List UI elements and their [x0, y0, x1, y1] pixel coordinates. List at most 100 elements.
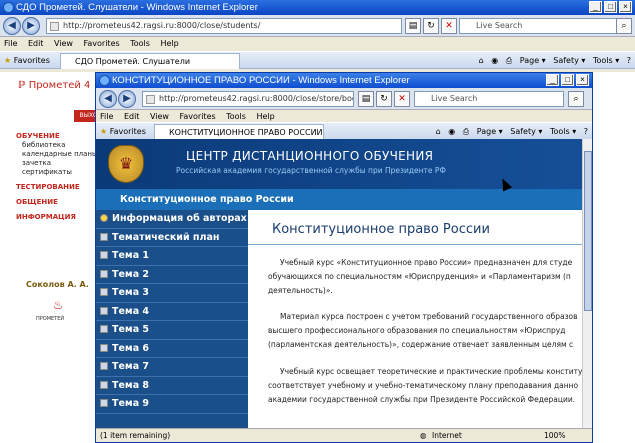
- book-icon: [100, 232, 108, 241]
- inner-address-row: ◀ ▶ http://prometeus42.ragsi.ru:8000/clo…: [96, 88, 592, 110]
- menu-help[interactable]: Help: [160, 39, 178, 48]
- outer-favorites-bar: ★ Favorites СДО Прометей. Слушатели ⌂ ◉ …: [0, 51, 635, 69]
- user-name: Соколов А. А.: [26, 280, 89, 289]
- left-panel: ℙ Прометей 4 ВЫХОД ОБУЧЕНИЕ библиотека к…: [4, 72, 108, 443]
- page-menu[interactable]: Page ▾: [520, 56, 546, 65]
- book-icon: [100, 362, 108, 370]
- ie-icon: [3, 2, 14, 13]
- print-icon[interactable]: ⎙: [506, 56, 512, 65]
- nav-plan[interactable]: Тематический план: [96, 229, 248, 247]
- favorites-button[interactable]: Favorites: [110, 127, 146, 136]
- nav-topic-9[interactable]: Тема 9: [96, 395, 248, 414]
- close-button[interactable]: ×: [576, 74, 589, 86]
- left-menu: ОБУЧЕНИЕ библиотека календарные планы за…: [16, 132, 98, 222]
- menu-obuchenie[interactable]: ОБУЧЕНИЕ: [16, 132, 60, 140]
- nav-topic-3[interactable]: Тема 3: [96, 284, 248, 303]
- maximize-button[interactable]: □: [604, 1, 617, 13]
- prometey-logo: ℙ Прометей 4: [18, 80, 91, 91]
- outer-tab[interactable]: СДО Прометей. Слушатели: [60, 53, 240, 69]
- menu-help[interactable]: Help: [256, 112, 274, 121]
- menu-certificates[interactable]: сертификаты: [16, 168, 98, 177]
- minimize-button[interactable]: _: [546, 74, 559, 86]
- nav-topic-7[interactable]: Тема 7: [96, 358, 248, 377]
- outer-search-box[interactable]: Live Search: [459, 18, 619, 34]
- inner-tab[interactable]: КОНСТИТУЦИОННОЕ ПРАВО РОССИИ: [154, 124, 324, 140]
- stop-icon[interactable]: ✕: [394, 91, 410, 107]
- compat-icon[interactable]: ▤: [358, 91, 374, 107]
- menu-plans[interactable]: календарные планы: [16, 150, 98, 159]
- course-content: Конституционное право России Учебный кур…: [248, 210, 583, 430]
- paragraph-3: Учебный курс освещает теоретические и пр…: [268, 367, 583, 404]
- menu-tools[interactable]: Tools: [130, 39, 150, 48]
- refresh-icon[interactable]: ↻: [423, 18, 439, 34]
- forward-button[interactable]: ▶: [118, 90, 136, 108]
- back-button[interactable]: ◀: [3, 17, 21, 35]
- menu-info[interactable]: ИНФОРМАЦИЯ: [16, 213, 76, 221]
- menu-edit[interactable]: Edit: [28, 39, 44, 48]
- book-icon: [100, 251, 108, 259]
- star-icon[interactable]: ★: [100, 127, 107, 136]
- stop-icon[interactable]: ✕: [441, 18, 457, 34]
- nav-topic-1[interactable]: Тема 1: [96, 247, 248, 266]
- forward-button[interactable]: ▶: [22, 17, 40, 35]
- menu-file[interactable]: File: [100, 112, 113, 121]
- safety-menu[interactable]: Safety ▾: [553, 56, 585, 65]
- minimize-button[interactable]: _: [589, 1, 602, 13]
- menu-zachetka[interactable]: зачетка: [16, 159, 98, 168]
- nav-topic-5[interactable]: Тема 5: [96, 321, 248, 340]
- nav-topic-4[interactable]: Тема 4: [96, 303, 248, 321]
- nav-authors[interactable]: Информация об авторах: [96, 210, 248, 229]
- help-icon[interactable]: ?: [627, 56, 631, 65]
- page-icon: [50, 22, 59, 31]
- menu-favorites[interactable]: Favorites: [180, 112, 216, 121]
- outer-menu-bar: File Edit View Favorites Tools Help: [0, 37, 635, 51]
- compat-icon[interactable]: ▤: [405, 18, 421, 34]
- menu-favorites[interactable]: Favorites: [84, 39, 120, 48]
- star-icon[interactable]: ★: [4, 56, 11, 65]
- search-icon[interactable]: ⌕: [616, 18, 632, 34]
- content-title: Конституционное право России: [272, 222, 490, 237]
- search-icon[interactable]: ⌕: [568, 91, 584, 107]
- favorites-button[interactable]: Favorites: [14, 56, 50, 65]
- back-button[interactable]: ◀: [99, 90, 117, 108]
- close-button[interactable]: ×: [619, 1, 632, 13]
- safety-menu[interactable]: Safety ▾: [510, 127, 542, 136]
- outer-command-bar: ⌂ ◉ ⎙ Page ▾ Safety ▾ Tools ▾ ?: [474, 52, 631, 69]
- outer-address-text: http://prometeus42.ragsi.ru:8000/close/s…: [63, 21, 261, 30]
- flame-icon: ♨: [52, 298, 64, 312]
- book-icon: [100, 325, 108, 333]
- print-icon[interactable]: ⎙: [463, 127, 469, 136]
- page-menu[interactable]: Page ▾: [477, 127, 503, 136]
- zoom-control[interactable]: 100%: [544, 429, 565, 442]
- nav-topic-6[interactable]: Тема 6: [96, 340, 248, 358]
- outer-window-title: СДО Прометей. Слушатели - Windows Intern…: [16, 2, 258, 13]
- menu-tools[interactable]: Tools: [226, 112, 246, 121]
- outer-address-bar[interactable]: http://prometeus42.ragsi.ru:8000/close/s…: [46, 18, 402, 34]
- tools-menu[interactable]: Tools ▾: [550, 127, 576, 136]
- home-icon[interactable]: ⌂: [479, 56, 484, 65]
- menu-view[interactable]: View: [150, 112, 169, 121]
- refresh-icon[interactable]: ↻: [376, 91, 392, 107]
- home-icon[interactable]: ⌂: [436, 127, 441, 136]
- zone-text: Internet: [432, 431, 462, 440]
- scrollbar-thumb[interactable]: [584, 151, 592, 311]
- menu-file[interactable]: File: [4, 39, 17, 48]
- help-icon[interactable]: ?: [584, 127, 588, 136]
- inner-address-bar[interactable]: http://prometeus42.ragsi.ru:8000/close/s…: [142, 91, 354, 107]
- menu-view[interactable]: View: [54, 39, 73, 48]
- feeds-icon[interactable]: ◉: [491, 56, 498, 65]
- menu-obshchenie[interactable]: ОБЩЕНИЕ: [16, 198, 58, 206]
- feeds-icon[interactable]: ◉: [448, 127, 455, 136]
- menu-edit[interactable]: Edit: [124, 112, 140, 121]
- nav-topic-2[interactable]: Тема 2: [96, 266, 248, 284]
- maximize-button[interactable]: □: [561, 74, 574, 86]
- book-icon: [100, 306, 108, 315]
- menu-biblioteka[interactable]: библиотека: [16, 141, 98, 150]
- book-icon: [100, 288, 108, 296]
- vertical-scrollbar[interactable]: [582, 139, 592, 430]
- nav-topic-8[interactable]: Тема 8: [96, 377, 248, 395]
- footer-logo: ПРОМЕТЕЙ: [36, 316, 65, 322]
- menu-testing[interactable]: ТЕСТИРОВАНИЕ: [16, 183, 80, 191]
- tools-menu[interactable]: Tools ▾: [593, 56, 619, 65]
- inner-search-box[interactable]: Live Search: [414, 91, 564, 107]
